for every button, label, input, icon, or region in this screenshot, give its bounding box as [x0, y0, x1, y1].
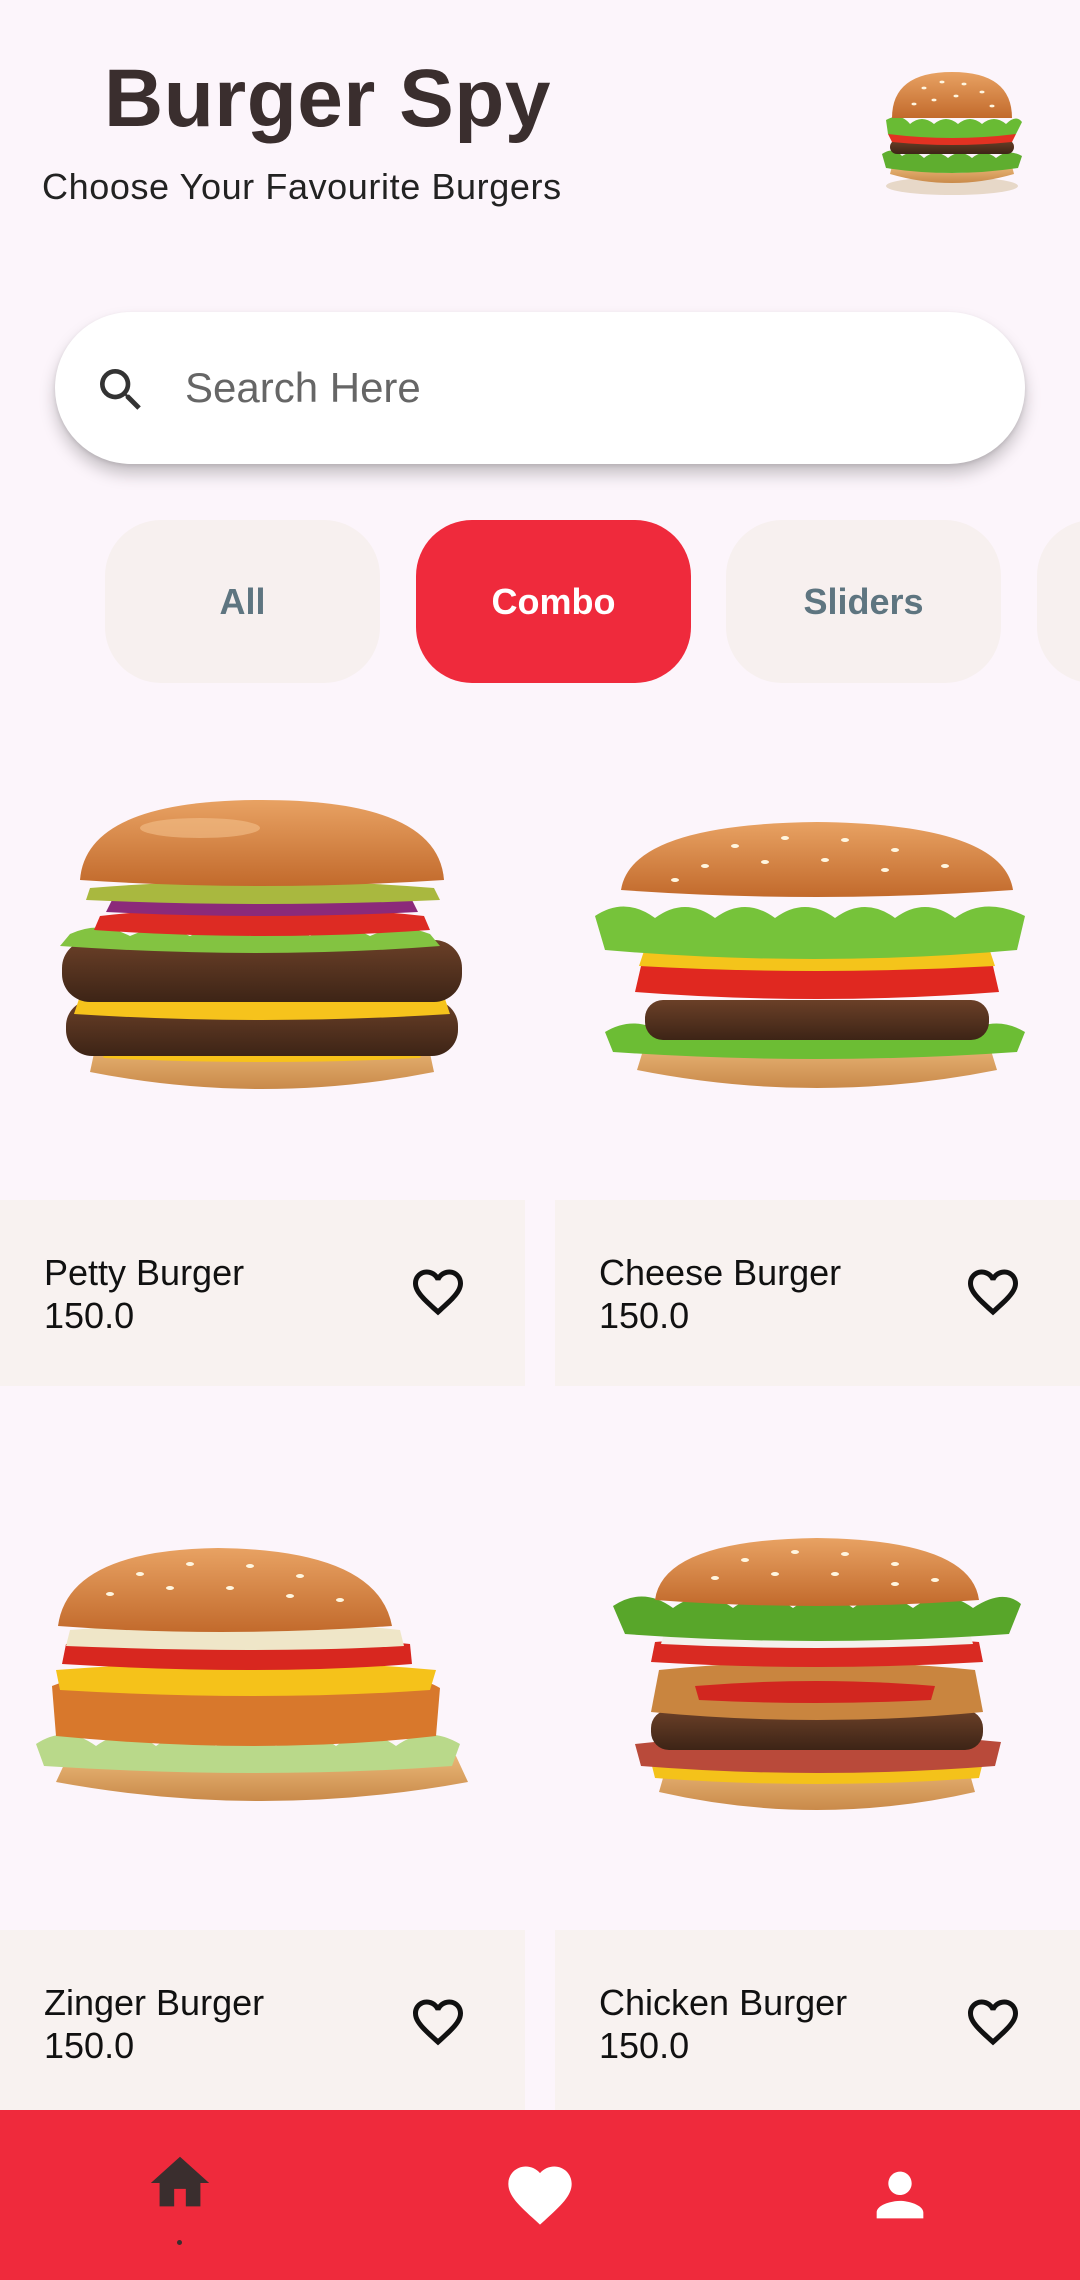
heart-icon [508, 2166, 572, 2225]
favorite-heart-icon[interactable] [408, 1992, 468, 2052]
app-screen: Burger Spy Choose Your Favourite Burgers… [0, 0, 1080, 2280]
product-name: Zinger Burger [44, 1982, 265, 2023]
search-icon [100, 369, 141, 410]
product-price: 150.0 [44, 2025, 135, 2066]
search-input[interactable] [185, 358, 985, 418]
category-tab-sliders[interactable]: Sliders [726, 520, 1001, 683]
bottom-navigation-bar [0, 2110, 1080, 2280]
product-image [595, 822, 1025, 1088]
product-price: 150.0 [599, 1295, 690, 1336]
favorite-heart-icon[interactable] [408, 1262, 468, 1322]
category-tab-all[interactable]: All [105, 520, 380, 683]
category-tab-combo[interactable]: Combo [416, 520, 691, 683]
category-tab-label: All [219, 580, 266, 622]
product-info: Cheese Burger 150.0 [555, 1200, 1080, 1386]
favorite-heart-icon[interactable] [963, 1992, 1023, 2052]
product-info: Zinger Burger 150.0 [0, 1930, 525, 2116]
product-info: Petty Burger 150.0 [0, 1200, 525, 1386]
favorite-heart-icon[interactable] [963, 1262, 1023, 1322]
product-name: Cheese Burger [599, 1252, 842, 1293]
product-image [36, 1548, 468, 1801]
product-price: 150.0 [44, 1295, 135, 1336]
nav-profile-button[interactable] [840, 2110, 960, 2280]
product-image [613, 1538, 1021, 1810]
nav-favorites-button[interactable] [480, 2110, 600, 2280]
home-icon [150, 2156, 210, 2207]
active-nav-indicator [177, 2240, 182, 2245]
app-subtitle: Choose Your Favourite Burgers [42, 166, 562, 207]
product-name: Petty Burger [44, 1252, 245, 1293]
app-title: Burger Spy [104, 53, 551, 144]
person-icon [876, 2171, 924, 2219]
product-name: Chicken Burger [599, 1982, 848, 2023]
category-tab-label: Sliders [803, 580, 924, 622]
search-bar[interactable] [55, 312, 1025, 464]
category-tab-more[interactable] [1037, 520, 1080, 683]
product-image [60, 800, 462, 1089]
product-info: Chicken Burger 150.0 [555, 1930, 1080, 2116]
category-tab-label: Combo [491, 580, 616, 622]
header-burger-image [882, 72, 1022, 195]
product-price: 150.0 [599, 2025, 690, 2066]
